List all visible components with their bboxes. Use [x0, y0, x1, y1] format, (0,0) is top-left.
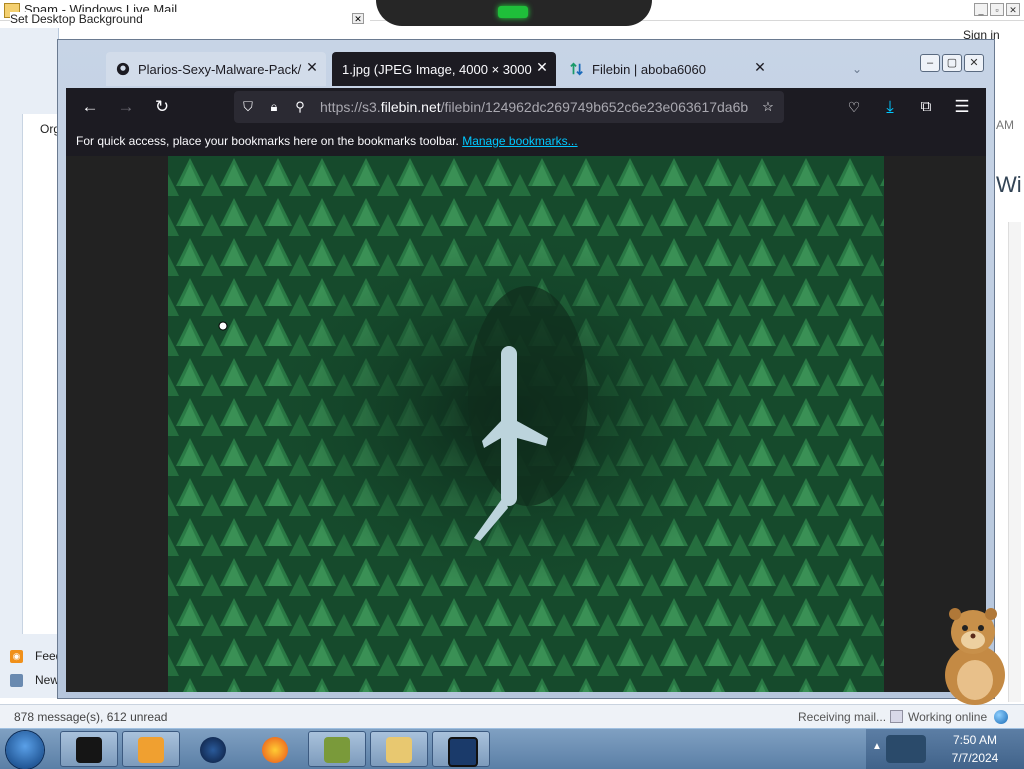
- url-path: /filebin/124962dc269749b652c6e23e063617d…: [440, 99, 749, 115]
- taskbar-media-window[interactable]: [60, 731, 118, 767]
- url-domain: filebin.net: [380, 99, 441, 115]
- cursor-icon: [218, 321, 228, 331]
- tab-image[interactable]: 1.jpg (JPEG Image, 4000 × 3000 pixels) ✕: [332, 52, 556, 86]
- tab-github[interactable]: Plarios-Sexy-Malware-Pack/MEMZ ✕: [106, 52, 326, 86]
- firefox-window: Plarios-Sexy-Malware-Pack/MEMZ ✕ 1.jpg (…: [58, 40, 994, 698]
- wlm-restore-button[interactable]: ▫: [990, 3, 1004, 16]
- taskbar-display-app[interactable]: [432, 731, 490, 767]
- url-text[interactable]: https://s3.filebin.net/filebin/124962dc2…: [320, 99, 750, 115]
- dialog-close-button[interactable]: ✕: [352, 13, 364, 24]
- bonzi-box-icon: [324, 737, 350, 763]
- online-status: Working online: [908, 710, 988, 724]
- maximize-button[interactable]: ▢: [942, 54, 962, 72]
- receiving-status: Receiving mail...: [798, 710, 887, 724]
- folder-icon: [386, 737, 412, 763]
- clock-date[interactable]: 7/7/2024: [930, 751, 1020, 765]
- tray-app-icon[interactable]: [886, 735, 926, 763]
- github-icon: [116, 62, 130, 76]
- tab-close-icon[interactable]: ✕: [534, 59, 550, 75]
- url-prefix: https://s3.: [320, 99, 381, 115]
- taskbar-bonzi-box[interactable]: [308, 731, 366, 767]
- taskbar: ▲ 7:50 AM 7/7/2024: [0, 728, 1024, 769]
- online-status-icon: [890, 710, 903, 723]
- lock-icon[interactable]: 🔒︎: [266, 99, 282, 115]
- media-player-icon: [138, 737, 164, 763]
- wlm-statusbar: 878 message(s), 612 unread Receiving mai…: [0, 704, 1024, 729]
- tab-filebin[interactable]: Filebin | aboba6060 ✕: [560, 52, 782, 86]
- forest-airplane-photo: [168, 156, 884, 692]
- forward-button[interactable]: →: [114, 95, 138, 119]
- back-button[interactable]: ←: [78, 95, 102, 119]
- rss-icon: ◉: [10, 650, 23, 663]
- list-all-tabs-icon[interactable]: ⌄: [852, 62, 868, 78]
- pocket-icon[interactable]: ♡: [842, 95, 866, 119]
- message-count: 878 message(s), 612 unread: [14, 710, 168, 724]
- firefox-icon: [262, 737, 288, 763]
- tab-close-icon[interactable]: ✕: [304, 59, 320, 75]
- tab-label: Filebin | aboba6060: [592, 62, 706, 77]
- tab-label: 1.jpg (JPEG Image, 4000 × 3000 pixels): [342, 62, 532, 77]
- bookmark-star-icon[interactable]: ☆: [760, 99, 776, 115]
- displayed-image[interactable]: [168, 156, 884, 692]
- heading-fragment: Wi: [996, 172, 1022, 197]
- tab-label: Plarios-Sexy-Malware-Pack/MEMZ: [138, 62, 302, 77]
- page-content: [66, 156, 986, 692]
- manage-bookmarks-link[interactable]: Manage bookmarks...: [462, 134, 577, 148]
- folder-list: [22, 114, 59, 634]
- window-icon: [76, 737, 102, 763]
- tab-close-icon[interactable]: ✕: [752, 59, 768, 75]
- indicator-led-icon: [498, 6, 528, 18]
- hamster-mascot[interactable]: [935, 600, 1015, 710]
- wlm-minimize-button[interactable]: _: [974, 3, 988, 16]
- reload-button[interactable]: ↻: [150, 95, 174, 119]
- taskbar-folder-app[interactable]: [370, 731, 428, 767]
- url-bar[interactable]: ⛉ 🔒︎ ⚲ https://s3.filebin.net/filebin/12…: [234, 91, 784, 123]
- close-window-button[interactable]: ✕: [964, 54, 984, 72]
- permissions-icon[interactable]: ⚲: [292, 99, 308, 115]
- menu-icon[interactable]: ☰: [950, 95, 974, 119]
- globe-app-icon: [200, 737, 226, 763]
- start-button[interactable]: [6, 731, 44, 769]
- display-icon: [448, 737, 478, 767]
- minimize-button[interactable]: –: [920, 54, 940, 72]
- taskbar-globe-app[interactable]: [184, 731, 242, 767]
- wlm-dialog-title: Set Desktop Background: [10, 12, 370, 28]
- organize-label[interactable]: Org: [40, 122, 60, 136]
- wlm-close-button[interactable]: ✕: [1006, 3, 1020, 16]
- downloads-icon[interactable]: ⤓: [878, 95, 902, 119]
- system-tray: ▲ 7:50 AM 7/7/2024: [866, 729, 1024, 769]
- extensions-icon[interactable]: ⧉: [914, 95, 938, 119]
- tab-strip: Plarios-Sexy-Malware-Pack/MEMZ ✕ 1.jpg (…: [66, 48, 986, 88]
- globe-icon: [994, 710, 1008, 724]
- navigation-toolbar: ← → ↻ ⛉ 🔒︎ ⚲ https://s3.filebin.net/file…: [66, 88, 986, 126]
- newsgroup-icon: [10, 674, 23, 687]
- bookmarks-toolbar: For quick access, place your bookmarks h…: [66, 126, 986, 156]
- shield-icon[interactable]: ⛉: [240, 99, 256, 115]
- bookmarks-hint: For quick access, place your bookmarks h…: [76, 134, 578, 148]
- show-hidden-icons-icon[interactable]: ▲: [872, 741, 882, 752]
- clock-time[interactable]: 7:50 AM: [930, 733, 1020, 747]
- taskbar-firefox[interactable]: [246, 731, 304, 767]
- time-fragment: AM: [996, 118, 1014, 132]
- filebin-icon: [570, 62, 583, 76]
- bookmarks-hint-text: For quick access, place your bookmarks h…: [76, 134, 459, 148]
- taskbar-media-player[interactable]: [122, 731, 180, 767]
